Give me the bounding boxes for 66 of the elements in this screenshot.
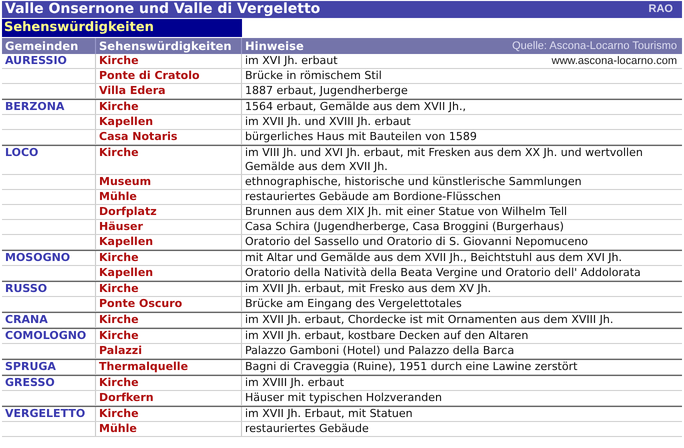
sight-note: restauriertes Gebäude am Bordione-Flüsschen — [245, 190, 501, 204]
sight-note: im XVII Jh. erbaut, kostbare Decken auf den Altaren — [245, 329, 528, 343]
website-text: www.ascona-locarno.com — [552, 54, 678, 68]
municipality-name: GRESSO — [5, 376, 55, 389]
municipality-name: LOCO — [5, 146, 38, 159]
column-header: Hinweise — [245, 38, 304, 54]
sight-name: Häuser — [99, 220, 143, 233]
sight-note: im XVII Jh. erbaut, mit Fresko aus dem XV Jh. — [245, 282, 492, 296]
sight-note: Oratorio della Natività della Beata Vergine und Oratorio dell' Addolorata — [245, 266, 641, 280]
sight-name: Kirche — [99, 100, 139, 113]
badge-text: RAO — [648, 2, 674, 18]
sight-note: 1887 erbaut, Jugendherberge — [245, 84, 408, 98]
sight-name: Kapellen — [99, 235, 154, 248]
sight-note: Häuser mit typischen Holzveranden — [245, 391, 442, 405]
page-title: Valle Onsernone und Valle di Vergeletto — [5, 1, 320, 18]
sight-name: Mühle — [99, 190, 137, 203]
sight-name: Kirche — [99, 282, 139, 295]
sight-name: Kirche — [99, 313, 139, 326]
sight-name: Ponte Oscuro — [99, 297, 182, 310]
sight-name: Kirche — [99, 376, 139, 389]
sight-name: Villa Edera — [99, 84, 166, 97]
municipality-name: CRANA — [5, 313, 48, 326]
sight-note: im XVIII Jh. erbaut — [245, 376, 344, 390]
section-heading: Sehenswürdigkeiten — [2, 19, 242, 37]
sight-note: mit Altar und Gemälde aus dem XVII Jh., Beichtstuhl aus dem XVI Jh. — [245, 251, 622, 265]
sight-note: Brücke am Eingang des Vergelettotales — [245, 297, 462, 311]
sight-name: Kirche — [99, 54, 139, 67]
sight-note: im VIII Jh. und XVI Jh. erbaut, mit Fresken aus dem XX Jh. und wertvollen Gemälde aus dem XVII Jh. — [245, 146, 644, 174]
sight-name: Kirche — [99, 329, 139, 342]
sight-name: Museum — [99, 175, 152, 188]
municipality-name: AURESSIO — [5, 54, 67, 67]
sight-name: Casa Notaris — [99, 130, 178, 143]
sight-name: Kirche — [99, 407, 139, 420]
sight-note: im XVII Jh. und XVIII Jh. erbaut — [245, 115, 411, 129]
sight-note: Oratorio del Sassello und Oratorio di S. Giovanni Nepomuceno — [245, 235, 588, 249]
sight-name: Thermalquelle — [99, 360, 188, 373]
column-header: Sehenswürdigkeiten — [99, 38, 232, 54]
municipality-name: SPRUGA — [5, 360, 56, 373]
sight-name: Mühle — [99, 422, 137, 435]
column-header: Gemeinden — [5, 38, 78, 54]
sight-note: restauriertes Gebäude — [245, 422, 369, 436]
municipality-name: MOSOGNO — [5, 251, 70, 264]
municipality-name: BERZONA — [5, 100, 64, 113]
sight-name: Palazzi — [99, 344, 142, 357]
municipality-name: VERGELETTO — [5, 407, 86, 420]
sight-name: Kapellen — [99, 115, 154, 128]
municipality-name: COMOLOGNO — [5, 329, 86, 342]
sight-note: ethnographische, historische und künstlerische Sammlungen — [245, 175, 582, 189]
sight-note: 1564 erbaut, Gemälde aus dem XVII Jh., — [245, 100, 466, 114]
sight-name: Kirche — [99, 146, 139, 159]
sight-name: Dorfkern — [99, 391, 154, 404]
sight-name: Kapellen — [99, 266, 154, 279]
sight-note: Bagni di Craveggia (Ruine), 1951 durch eine Lawine zerstört — [245, 360, 578, 374]
sight-note: Brücke in römischem Stil — [245, 69, 382, 83]
sight-name: Ponte di Cratolo — [99, 69, 200, 82]
sight-note: im XVI Jh. erbaut — [245, 54, 338, 68]
sight-note: Casa Schira (Jugendherberge, Casa Broggini (Burgerhaus) — [245, 220, 564, 234]
sight-note: Brunnen aus dem XIX Jh. mit einer Statue von Wilhelm Tell — [245, 205, 568, 219]
source-text: Quelle: Ascona-Locarno Tourismo — [512, 39, 678, 54]
sight-name: Dorfplatz — [99, 205, 157, 218]
sight-note: im XVII Jh. Erbaut, mit Statuen — [245, 407, 413, 421]
sight-name: Kirche — [99, 251, 139, 264]
municipality-name: RUSSO — [5, 282, 48, 295]
sight-note: bürgerliches Haus mit Bauteilen von 1589 — [245, 130, 477, 144]
sight-note: im XVII Jh. erbaut, Chordecke ist mit Ornamenten aus dem XVIII Jh. — [245, 313, 614, 327]
sight-note: Palazzo Gamboni (Hotel) und Palazzo della Barca — [245, 344, 514, 358]
